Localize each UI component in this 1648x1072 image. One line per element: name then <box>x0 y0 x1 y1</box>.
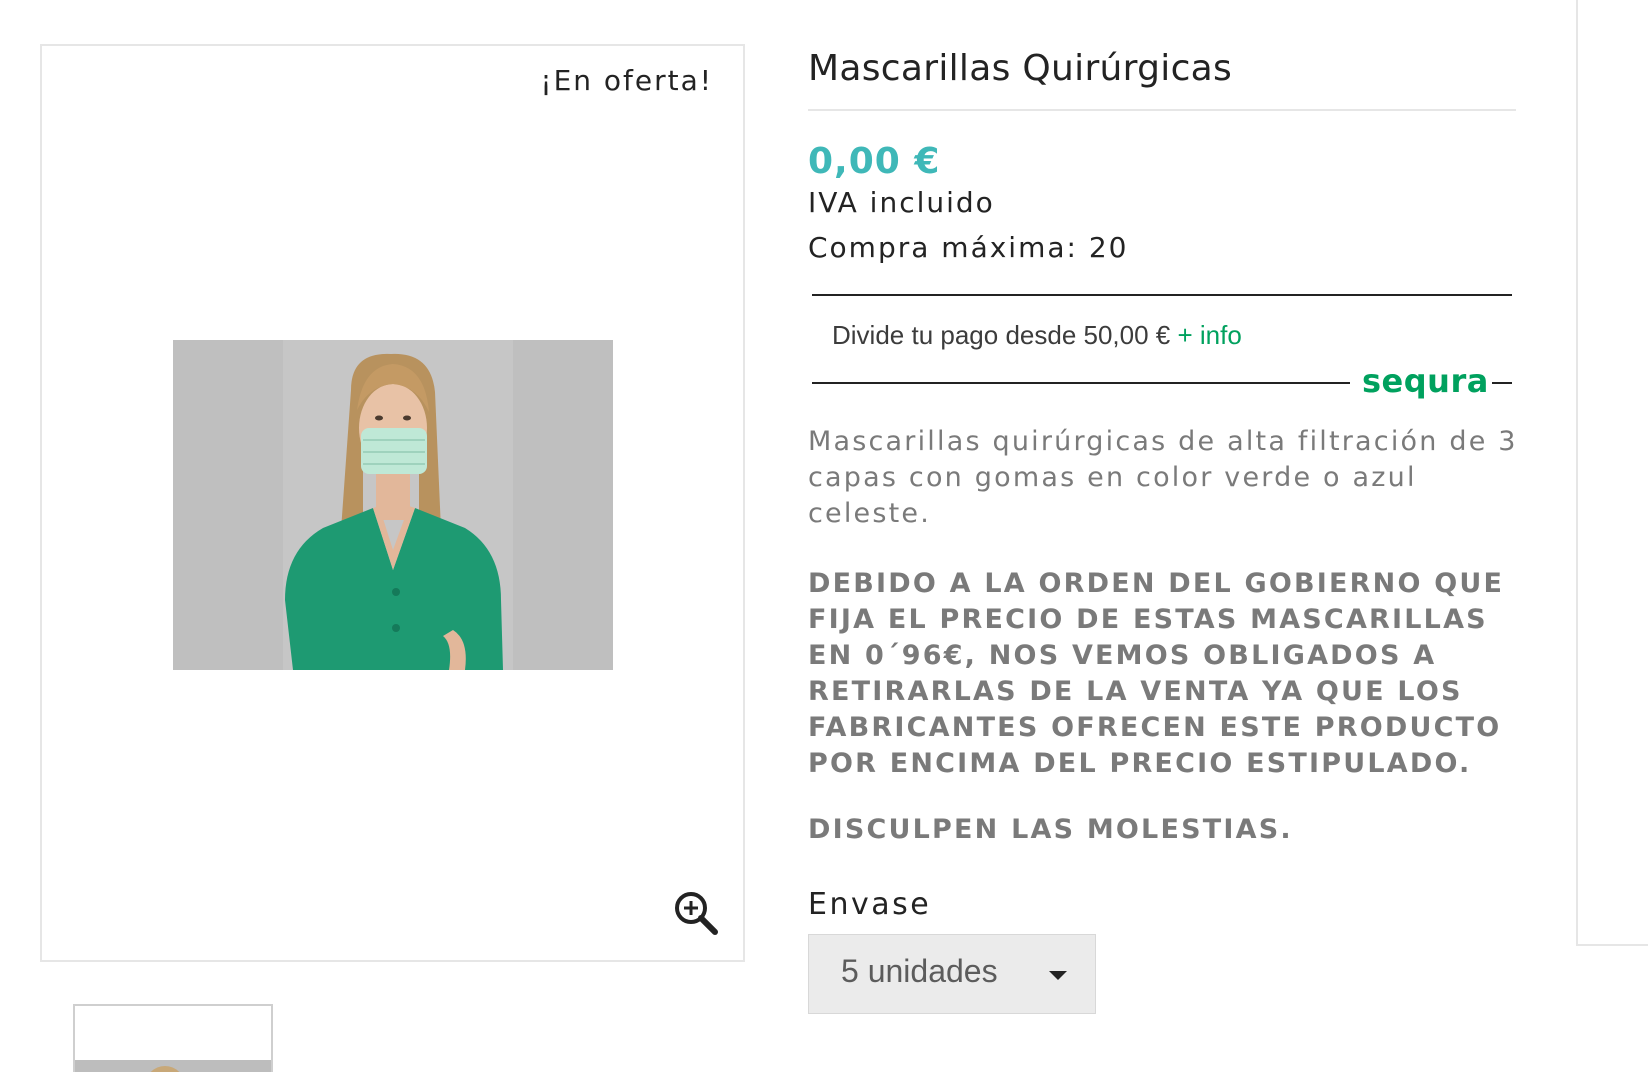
sequra-text: Divide tu pago desde 50,00 € + info <box>832 320 1242 351</box>
caret-down-icon <box>1049 971 1067 980</box>
product-description: Mascarillas quirúrgicas de alta filtraci… <box>808 426 1518 529</box>
tax-label: IVA incluido <box>808 186 995 219</box>
product-info: Mascarillas Quirúrgicas 0,00 € IVA inclu… <box>808 44 1518 1014</box>
side-panel-edge <box>1576 0 1648 946</box>
product-image-panel: ¡En oferta! <box>40 44 745 962</box>
sequra-divider-end <box>1492 382 1512 384</box>
product-page: ¡En oferta! Mascarillas Quirúrgicas 0,00… <box>0 0 1648 1072</box>
sequra-installment-text: Divide tu pago desde 50,00 € <box>832 320 1171 350</box>
sequra-widget: Divide tu pago desde 50,00 € + info sequ… <box>812 294 1512 400</box>
product-price: 0,00 € <box>808 141 941 182</box>
variant-select[interactable]: 5 unidades <box>808 934 1096 1014</box>
variant-label: Envase <box>808 887 932 922</box>
apology-text: DISCULPEN LAS MOLESTIAS. <box>808 814 1293 845</box>
sequra-divider-bottom <box>812 382 1350 384</box>
sequra-divider-top <box>812 294 1512 296</box>
sequra-info-link[interactable]: + info <box>1178 320 1242 350</box>
offer-badge: ¡En oferta! <box>540 64 713 97</box>
zoom-in-icon[interactable] <box>673 890 719 936</box>
product-thumbnail[interactable] <box>73 1004 273 1072</box>
sequra-logo: sequra <box>1362 362 1489 400</box>
product-notice: DEBIDO A LA ORDEN DEL GOBIERNO QUE FIJA … <box>808 568 1505 779</box>
product-photo-illustration <box>173 340 613 670</box>
product-photo[interactable] <box>173 340 613 670</box>
product-title: Mascarillas Quirúrgicas <box>808 48 1233 89</box>
title-divider <box>808 109 1516 111</box>
max-purchase: Compra máxima: 20 <box>808 231 1129 264</box>
variant-selected-value: 5 unidades <box>841 953 998 989</box>
thumbnail-image <box>75 1060 271 1072</box>
